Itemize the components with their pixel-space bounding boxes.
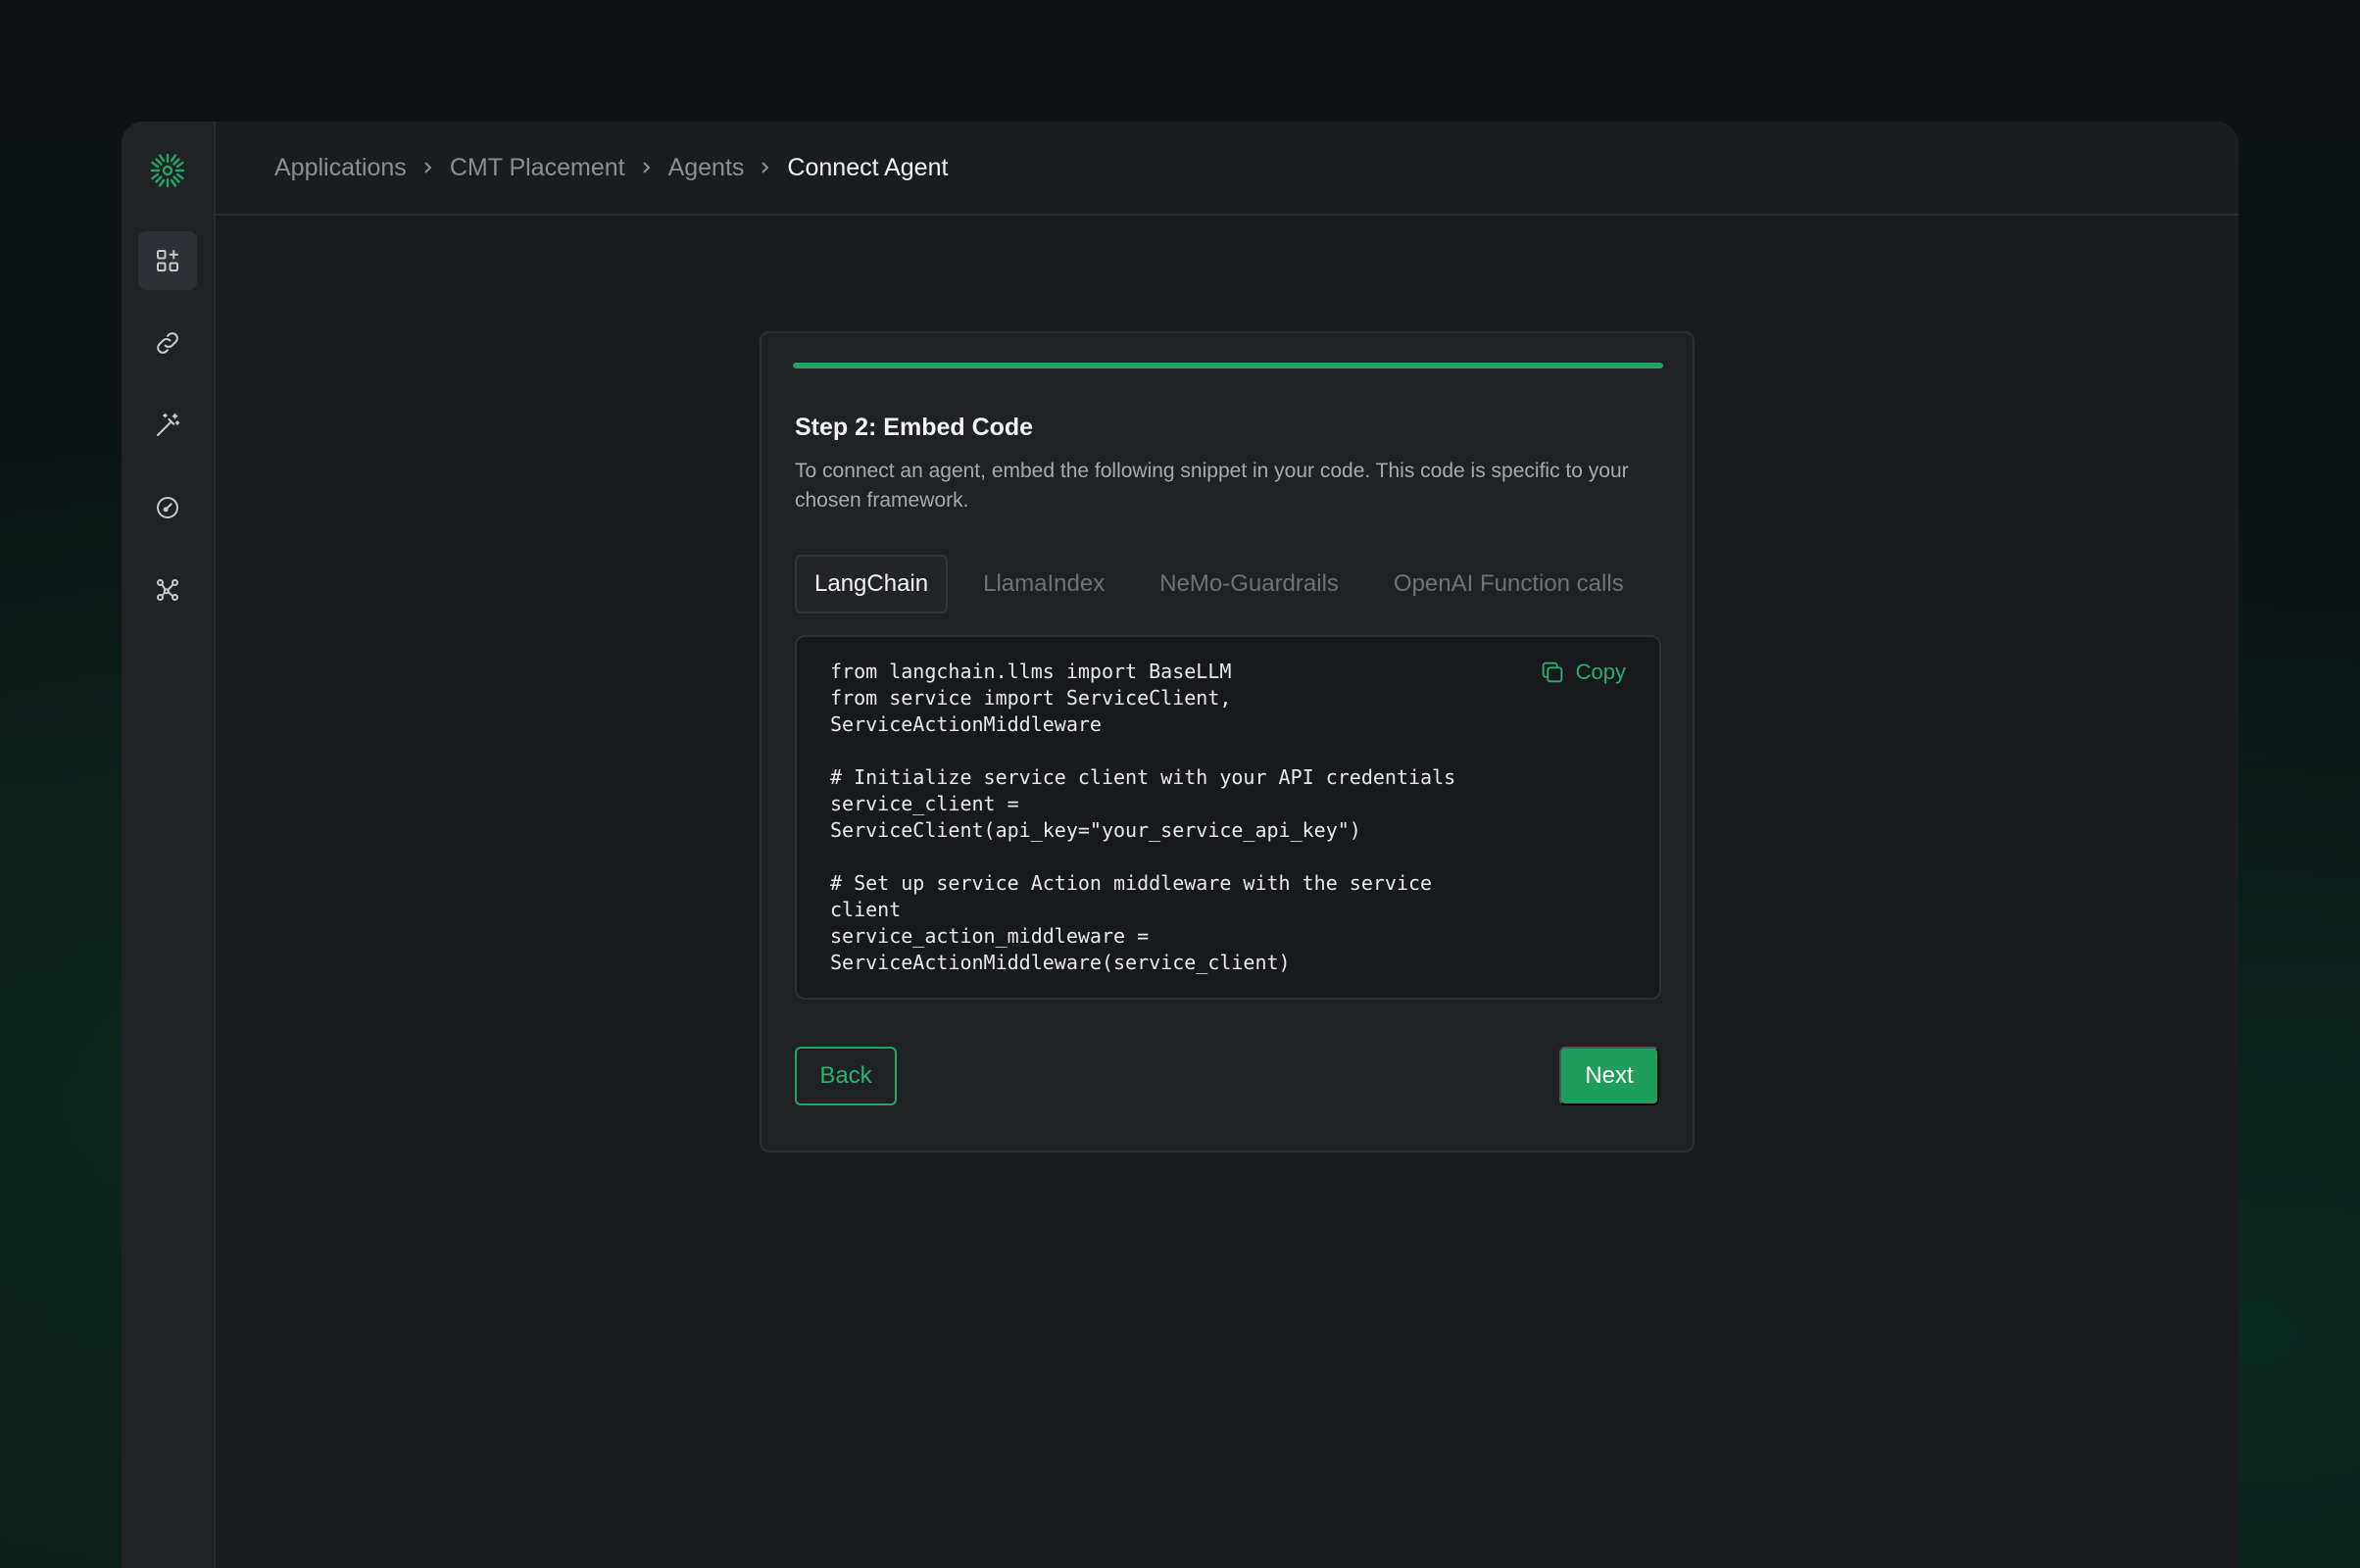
magic-wand-icon	[157, 413, 180, 436]
nav-graph[interactable]	[138, 561, 197, 619]
step-description: To connect an agent, embed the following…	[795, 460, 1629, 512]
breadcrumb-cmt-placement[interactable]: CMT Placement	[450, 154, 625, 182]
code-snippet: from langchain.llms import BaseLLM from …	[830, 660, 1456, 974]
network-icon	[157, 579, 178, 601]
nav-monitoring[interactable]	[138, 478, 197, 537]
chevron-right-icon	[744, 161, 787, 174]
progress-bar	[793, 363, 1663, 368]
copy-label: Copy	[1575, 660, 1626, 684]
progress-fill	[793, 363, 1663, 368]
content-area: Step 2: Embed Code To connect an agent, …	[216, 216, 2238, 1568]
breadcrumb-connect-agent: Connect Agent	[787, 153, 949, 181]
logo-icon[interactable]	[148, 151, 187, 190]
gauge-icon	[157, 497, 178, 518]
copy-button[interactable]: Copy	[1539, 659, 1626, 686]
nav-magic[interactable]	[138, 396, 197, 455]
main-area: Applications CMT Placement Agents Connec…	[216, 122, 2238, 1568]
nav-applications[interactable]	[138, 231, 197, 290]
code-snippet-box: from langchain.llms import BaseLLM from …	[795, 635, 1661, 1000]
step-title: Step 2: Embed Code	[795, 414, 1034, 441]
chevron-right-icon	[625, 161, 668, 174]
tab-langchain[interactable]: LangChain	[795, 555, 949, 613]
chevron-right-icon	[407, 161, 450, 174]
next-button[interactable]: Next	[1559, 1047, 1659, 1105]
app-window: Applications CMT Placement Agents Connec…	[122, 122, 2238, 1568]
breadcrumb-applications[interactable]: Applications	[274, 154, 407, 182]
tab-openai-function-calls[interactable]: OpenAI Function calls	[1374, 555, 1644, 613]
tab-llamaindex[interactable]: LlamaIndex	[963, 555, 1124, 613]
breadcrumb-agents[interactable]: Agents	[668, 154, 745, 182]
back-button[interactable]: Back	[795, 1047, 897, 1105]
connect-agent-card: Step 2: Embed Code To connect an agent, …	[760, 331, 1695, 1152]
framework-tabs: LangChain LlamaIndex NeMo-Guardrails Ope…	[795, 555, 1659, 613]
nav-integrations[interactable]	[138, 314, 197, 372]
copy-icon	[1542, 662, 1562, 683]
link-icon	[157, 332, 178, 354]
sidebar	[122, 122, 216, 1568]
breadcrumb: Applications CMT Placement Agents Connec…	[216, 122, 2238, 216]
grid-plus-icon	[157, 250, 178, 271]
tab-nemo-guardrails[interactable]: NeMo-Guardrails	[1140, 555, 1358, 613]
